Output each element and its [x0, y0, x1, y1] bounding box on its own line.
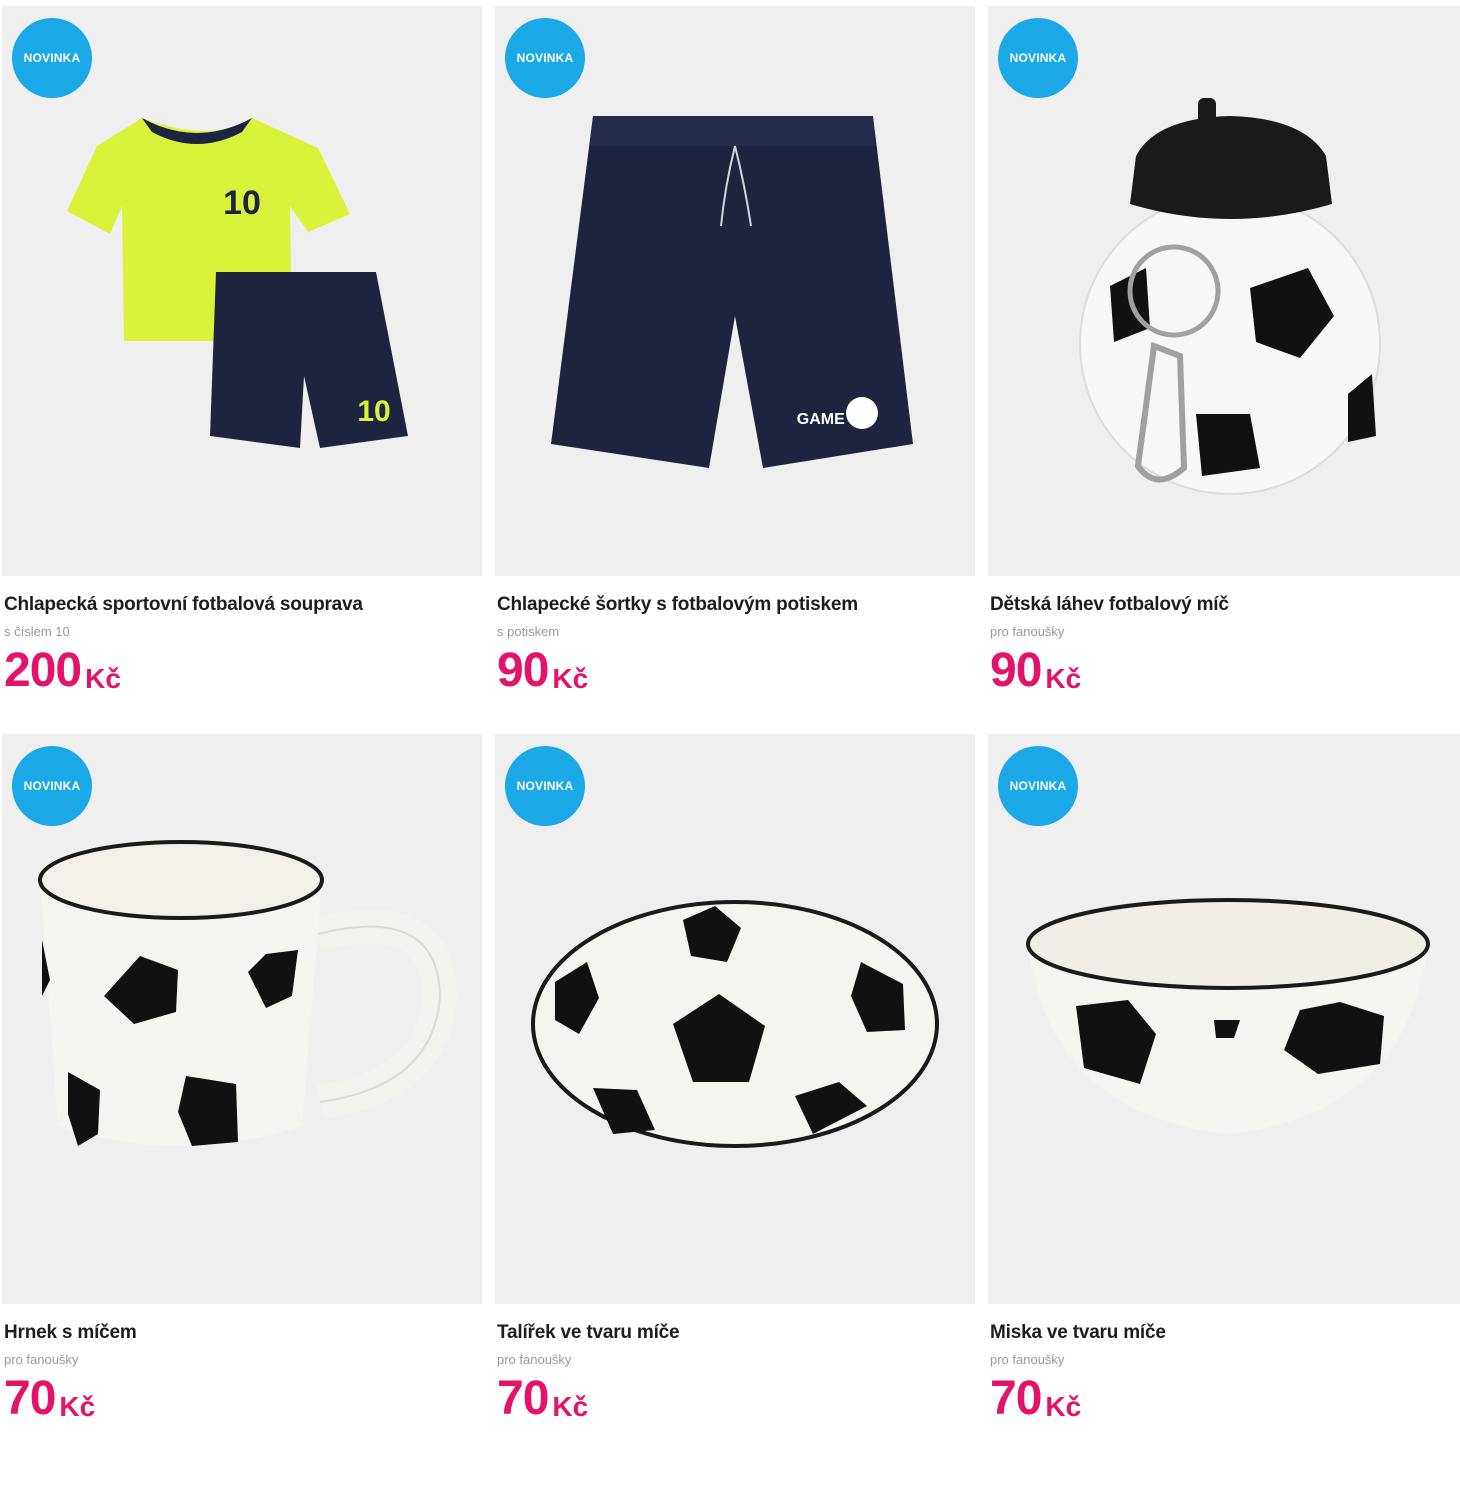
product-image[interactable]: NOVINKA	[988, 6, 1460, 576]
price-amount: 70	[990, 1372, 1042, 1425]
jersey-number-print: 10	[223, 184, 261, 222]
new-badge: NOVINKA	[12, 746, 92, 826]
shorts-print-text: GAME ON	[797, 411, 873, 428]
price-currency: Kč	[1045, 663, 1082, 694]
new-badge: NOVINKA	[505, 746, 585, 826]
product-image[interactable]: NOVINKA	[988, 734, 1460, 1304]
product-image[interactable]: NOVINKA	[2, 734, 482, 1304]
new-badge: NOVINKA	[998, 18, 1078, 98]
plate-image	[531, 900, 939, 1148]
football-set-image: 10 10	[67, 118, 408, 448]
price-amount: 70	[497, 1372, 549, 1425]
product-subtitle: pro fanoušky	[4, 1352, 79, 1367]
product-price: 200 Kč	[4, 647, 482, 695]
product-subtitle: pro fanoušky	[990, 1352, 1065, 1367]
price-currency: Kč	[552, 1391, 589, 1422]
price-amount: 90	[990, 644, 1042, 697]
product-price: 90 Kč	[497, 647, 975, 695]
product-image[interactable]: NOVINKA	[495, 734, 975, 1304]
price-amount: 70	[4, 1372, 56, 1425]
new-badge: NOVINKA	[12, 18, 92, 98]
product-price: 70 Kč	[990, 1375, 1460, 1423]
mug-image	[38, 840, 458, 1146]
product-card-bottle[interactable]: NOVINKA Dětská láhev fotbalový míč pro f…	[988, 6, 1460, 695]
product-subtitle: s číslem 10	[4, 624, 70, 639]
product-card-bowl[interactable]: NOVINKA Miska ve tvaru míče pro fanoušky…	[988, 734, 1460, 1423]
product-card-shorts[interactable]: GAME ON NOVINKA Chlapecké šortky s fotba…	[495, 6, 975, 695]
shorts-image: GAME ON	[551, 116, 913, 468]
product-card-mug[interactable]: NOVINKA Hrnek s míčem pro fanoušky 70 Kč	[2, 734, 482, 1423]
product-name[interactable]: Dětská láhev fotbalový míč	[990, 594, 1460, 616]
shorts-number-print: 10	[357, 395, 390, 428]
price-currency: Kč	[1045, 1391, 1082, 1422]
product-subtitle: s potiskem	[497, 624, 560, 639]
product-name[interactable]: Chlapecké šortky s fotbalovým potiskem	[497, 594, 975, 616]
product-card-football-set[interactable]: 10 10 NOVINKA Chlapecká sportovní fotbal…	[2, 6, 482, 695]
product-name[interactable]: Hrnek s míčem	[4, 1322, 482, 1344]
new-badge: NOVINKA	[998, 746, 1078, 826]
product-card-plate[interactable]: NOVINKA Talířek ve tvaru míče pro fanouš…	[495, 734, 975, 1423]
new-badge: NOVINKA	[505, 18, 585, 98]
product-name[interactable]: Miska ve tvaru míče	[990, 1322, 1460, 1344]
product-price: 70 Kč	[497, 1375, 975, 1423]
product-name[interactable]: Chlapecká sportovní fotbalová souprava	[4, 594, 482, 616]
product-subtitle: pro fanoušky	[990, 624, 1065, 639]
product-price: 90 Kč	[990, 647, 1460, 695]
price-currency: Kč	[59, 1391, 96, 1422]
price-amount: 200	[4, 644, 82, 697]
product-name[interactable]: Talířek ve tvaru míče	[497, 1322, 975, 1344]
price-amount: 90	[497, 644, 549, 697]
price-currency: Kč	[85, 663, 121, 694]
product-image[interactable]: 10 10 NOVINKA	[2, 6, 482, 576]
product-price: 70 Kč	[4, 1375, 482, 1423]
product-image[interactable]: GAME ON NOVINKA	[495, 6, 975, 576]
product-subtitle: pro fanoušky	[497, 1352, 572, 1367]
price-currency: Kč	[552, 663, 589, 694]
